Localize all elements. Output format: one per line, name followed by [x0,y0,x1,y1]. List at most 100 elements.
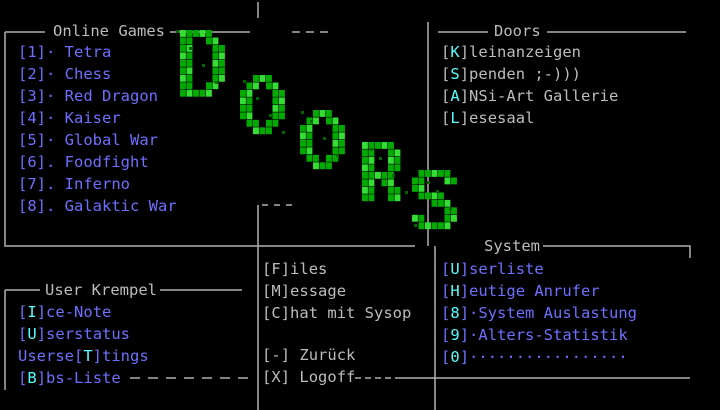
menu-key-bracket: ] [280,368,291,386]
menu-item-label: serstatus [46,325,131,343]
menu-key-bracket: [ [441,304,451,322]
game-item[interactable]: [2]· Chess [18,65,112,83]
menu-hotkey: [8] [18,197,46,215]
menu-key-bracket: ] [459,109,470,127]
menu-hotkey: [3] [18,87,46,105]
game-item[interactable]: [4]· Kaiser [18,109,121,127]
menu-item-label: · Tetra [46,43,112,61]
door-item[interactable]: [K]leinanzeigen [441,43,581,61]
menu-key-bracket: [ [18,369,28,387]
game-item[interactable]: [7]. Inferno [18,175,130,193]
system-item[interactable]: [U]serliste [441,260,544,278]
menu-item-label: · Kaiser [46,109,121,127]
menu-key-bracket: ] [459,326,470,344]
menu-key-bracket: [ [262,260,272,278]
menu-item-label: Logoff [290,368,356,386]
door-item[interactable]: [A]NSi-Art Gallerie [441,87,619,105]
menu-hotkey: T [83,347,93,365]
menu-item-label: ················· [469,348,628,366]
center-item[interactable]: [M]essage [262,282,347,300]
menu-key-bracket: [ [262,346,272,364]
menu-hotkey: M [271,282,281,300]
menu-item-label: · Chess [46,65,112,83]
menu-item-label: ·System Auslastung [469,304,638,322]
menu-key-bracket: [ [441,43,451,61]
menu-key-bracket: [ [441,65,451,83]
system-title: System [481,238,543,255]
menu-key-bracket: ] [36,369,47,387]
krempel-item[interactable]: [B]bs-Liste [18,369,121,387]
menu-item-label: esesaal [469,109,535,127]
center-item[interactable]: [F]iles [262,260,328,278]
menu-key-bracket: ] [280,282,291,300]
menu-item-label: essage [290,282,347,300]
center-item[interactable]: [C]hat mit Sysop [262,304,412,322]
krempel-item[interactable]: [U]serstatus [18,325,131,343]
game-item[interactable]: [8]. Galaktic War [18,197,177,215]
krempel-item[interactable]: [I]ce-Note [18,303,111,321]
menu-hotkey: U [27,325,37,343]
menu-key-bracket: [ [262,368,272,386]
menu-item-label: penden ;-))) [469,65,582,83]
menu-key-bracket: [ [441,87,451,105]
menu-key-bracket: [ [441,282,451,300]
menu-key-bracket: [ [441,348,451,366]
doors-title: Doors [491,23,544,40]
menu-hotkey: A [450,87,460,105]
menu-item-label: hat mit Sysop [290,304,412,322]
system-item[interactable]: [8]·System Auslastung [441,304,638,322]
menu-key-bracket: ] [459,282,470,300]
menu-item-label: eutige Anrufer [469,282,600,300]
menu-hotkey: [6] [18,153,46,171]
menu-hotkey: K [450,43,460,61]
logoff-button[interactable]: [X] Logoff [262,368,356,386]
menu-item-label: . Inferno [46,175,130,193]
menu-key-bracket: ] [459,43,470,61]
menu-key-bracket: ] [459,304,470,322]
game-item[interactable]: [5]· Global War [18,131,158,149]
menu-hotkey: H [450,282,460,300]
online-games-title: Online Games [50,23,168,40]
system-item[interactable]: [0]················· [441,348,628,366]
menu-key-bracket: [ [18,303,28,321]
menu-key-bracket: ] [280,260,291,278]
menu-hotkey: S [450,65,460,83]
menu-hotkey: L [450,109,460,127]
user-krempel-title: User Krempel [42,282,160,299]
menu-item-label: ·Alters-Statistik [469,326,628,344]
menu-item-label: · Global War [46,131,158,149]
menu-item-label: tings [102,347,149,365]
menu-key-bracket: ] [36,325,47,343]
door-item[interactable]: [S]penden ;-))) [441,65,582,83]
menu-item-label: . Foodfight [46,153,149,171]
menu-item-label: iles [290,260,328,278]
game-item[interactable]: [3]· Red Dragon [18,87,158,105]
game-item[interactable]: [1]· Tetra [18,43,112,61]
back-button[interactable]: [-] Zurück [262,346,355,364]
menu-hotkey: - [271,346,281,364]
menu-hotkey: [4] [18,109,46,127]
menu-item-label: · Red Dragon [46,87,158,105]
system-item[interactable]: [9]·Alters-Statistik [441,326,628,344]
menu-key-bracket: ] [459,65,470,83]
menu-key-bracket: ] [459,87,470,105]
menu-hotkey: U [450,260,460,278]
menu-key-bracket: [ [262,282,272,300]
krempel-item[interactable]: Userse[T]tings [18,347,149,365]
menu-item-label: serliste [469,260,544,278]
menu-item-label: NSi-Art Gallerie [469,87,619,105]
door-item[interactable]: [L]esesaal [441,109,535,127]
menu-key-bracket: ] [92,347,103,365]
menu-key-bracket: [ [441,260,451,278]
system-item[interactable]: [H]eutige Anrufer [441,282,600,300]
menu-hotkey: 9 [450,326,460,344]
menu-hotkey: [5] [18,131,46,149]
menu-hotkey: [7] [18,175,46,193]
menu-key-bracket: ] [36,303,47,321]
menu-item-label: bs-Liste [46,369,121,387]
menu-hotkey: [2] [18,65,46,83]
menu-key-bracket: [ [18,325,28,343]
menu-item-label: . Galaktic War [46,197,177,215]
game-item[interactable]: [6]. Foodfight [18,153,149,171]
menu-key-bracket: [ [262,304,272,322]
